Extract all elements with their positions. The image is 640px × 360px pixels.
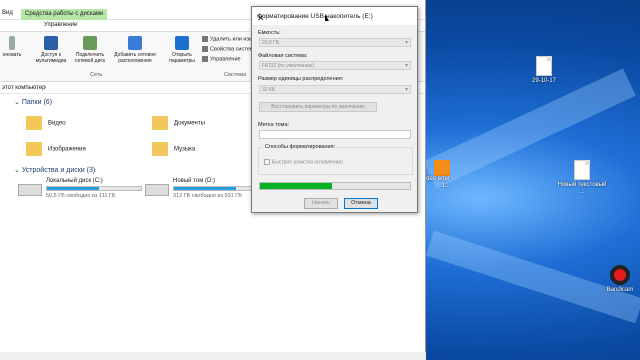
properties-label: Свойства систем <box>210 46 254 53</box>
uninstall-label: Удалить или изм <box>210 36 253 43</box>
folders-header-label: Папки (6) <box>21 99 52 106</box>
address-text: этот компьютер <box>2 85 46 91</box>
map-drive-label: Подключить сетевой диск <box>74 52 106 64</box>
quick-format-checkbox[interactable]: Быстрое (очистка оглавления) <box>264 159 343 165</box>
system-properties-button[interactable]: Свойства систем <box>202 46 254 52</box>
folder-label: Музыка <box>174 146 196 153</box>
folders-section-header[interactable]: ⌄ Папки (6) <box>14 98 52 106</box>
file-icon <box>536 56 552 76</box>
format-progress-fill <box>260 183 332 189</box>
breadcrumb-chevron-icon[interactable]: › <box>44 85 46 91</box>
folder-documents[interactable]: Документы <box>152 116 205 130</box>
close-icon[interactable]: ✕ <box>257 13 413 24</box>
capacity-value: 29,8 ГБ <box>262 40 280 46</box>
cluster-size-select[interactable]: 32 КБ <box>259 85 411 94</box>
restore-defaults-button[interactable]: Восстановить параметры по умолчанию <box>259 102 377 112</box>
devices-section-header[interactable]: ⌄ Устройства и диски (3) <box>14 166 95 174</box>
desktop-icon-label: 29-10-17 <box>531 78 557 84</box>
add-location-label: Добавить сетевое расположение <box>114 52 156 64</box>
cluster-size-value: 32 КБ <box>262 87 276 93</box>
menu-view[interactable]: Вид <box>2 10 13 16</box>
media-access-button[interactable]: Доступ к мультимедиа <box>34 36 68 64</box>
format-dialog: Форматирование USB-накопитель (E:) ✕ Емк… <box>251 6 418 213</box>
settings-gear-icon <box>175 36 189 50</box>
folder-music[interactable]: Музыка <box>152 142 195 156</box>
uninstall-button[interactable]: Удалить или изм <box>202 36 253 42</box>
network-drive-icon <box>83 36 97 50</box>
desktop-icon-label: Новый текстовый ... <box>557 182 607 195</box>
drive-usage-fill <box>47 187 99 190</box>
volume-label-input[interactable] <box>259 130 411 139</box>
quick-format-label: Быстрое (очистка оглавления) <box>272 159 343 166</box>
drive-name: Локальный диск (C:) <box>46 178 103 184</box>
filesystem-value: FAT32 (по умолчанию) <box>262 63 315 69</box>
add-network-location-button[interactable]: Добавить сетевое расположение <box>110 36 160 64</box>
open-settings-button[interactable]: Открыть параметры <box>166 36 198 64</box>
record-icon <box>610 265 630 285</box>
hard-drive-icon <box>145 184 169 196</box>
status-bar <box>0 352 426 360</box>
folder-label: Изображения <box>48 146 86 153</box>
checkbox-icon <box>264 159 270 165</box>
cluster-size-label: Размер единицы распределения: <box>258 76 344 82</box>
folder-label: Видео <box>48 120 66 127</box>
format-progress-bar <box>259 182 411 190</box>
drive-free-space: 50,5 ГБ свободно из 111 ГБ <box>46 193 116 199</box>
music-folder-icon <box>152 142 168 156</box>
format-options-group: Способы форматирования: Быстрое (очистка… <box>258 144 413 175</box>
documents-folder-icon <box>152 116 168 130</box>
capacity-label: Емкость: <box>258 30 281 36</box>
dialog-title-bar: Форматирование USB-накопитель (E:) ✕ <box>252 7 417 25</box>
mouse-cursor-icon <box>325 14 329 21</box>
programs-icon <box>202 36 208 42</box>
rename-icon <box>9 36 15 50</box>
drive-name: Новый том (D:) <box>173 178 215 184</box>
rename-button[interactable]: еновать <box>0 36 24 58</box>
manage-button[interactable]: Управление <box>202 56 241 62</box>
video-converter-icon <box>434 160 450 176</box>
capacity-select[interactable]: 29,8 ГБ <box>259 38 411 47</box>
filesystem-label: Файловая система: <box>258 53 308 59</box>
volume-label-label: Метка тома: <box>258 122 290 128</box>
open-settings-label: Открыть параметры <box>169 52 195 64</box>
properties-icon <box>202 46 208 52</box>
desktop-icon-bandicam[interactable]: Bandicam <box>594 265 640 294</box>
start-button[interactable]: Начать <box>304 198 338 209</box>
folder-label: Документы <box>174 120 205 127</box>
text-file-icon <box>574 160 590 180</box>
desktop-icon-label: Bandicam <box>606 287 634 293</box>
media-access-label: Доступ к мультимедиа <box>35 52 67 64</box>
drive-free-space: 312 ГБ свободно из 931 ГБ <box>173 193 242 199</box>
rename-label: еновать <box>2 52 22 58</box>
tab-manage[interactable]: Управление <box>44 22 77 28</box>
cancel-button[interactable]: Отмена <box>344 198 378 209</box>
folder-videos[interactable]: Видео <box>26 116 66 130</box>
video-folder-icon <box>26 116 42 130</box>
devices-header-label: Устройства и диски (3) <box>21 167 96 174</box>
desktop-icon-textfile[interactable]: Новый текстовый ... <box>556 160 608 196</box>
drive-c[interactable]: Локальный диск (C:) 50,5 ГБ свободно из … <box>18 178 146 204</box>
network-location-icon <box>128 36 142 50</box>
map-drive-button[interactable]: Подключить сетевой диск <box>72 36 108 64</box>
manage-icon <box>202 56 208 62</box>
format-options-title: Способы форматирования: <box>263 144 338 150</box>
filesystem-select[interactable]: FAT32 (по умолчанию) <box>259 61 411 70</box>
group-label-network: Сеть <box>90 72 103 78</box>
media-server-icon <box>44 36 58 50</box>
drive-usage-fill <box>174 187 237 190</box>
group-label-system: Система <box>224 72 247 78</box>
drive-tools-context-tab[interactable]: Средства работы с дисками <box>21 9 108 20</box>
windows-drive-icon <box>18 184 42 196</box>
pictures-folder-icon <box>26 142 42 156</box>
desktop-icon-file[interactable]: 29-10-17 <box>518 56 570 85</box>
drive-usage-bar <box>46 186 142 191</box>
manage-label: Управление <box>210 56 241 63</box>
folder-pictures[interactable]: Изображения <box>26 142 86 156</box>
